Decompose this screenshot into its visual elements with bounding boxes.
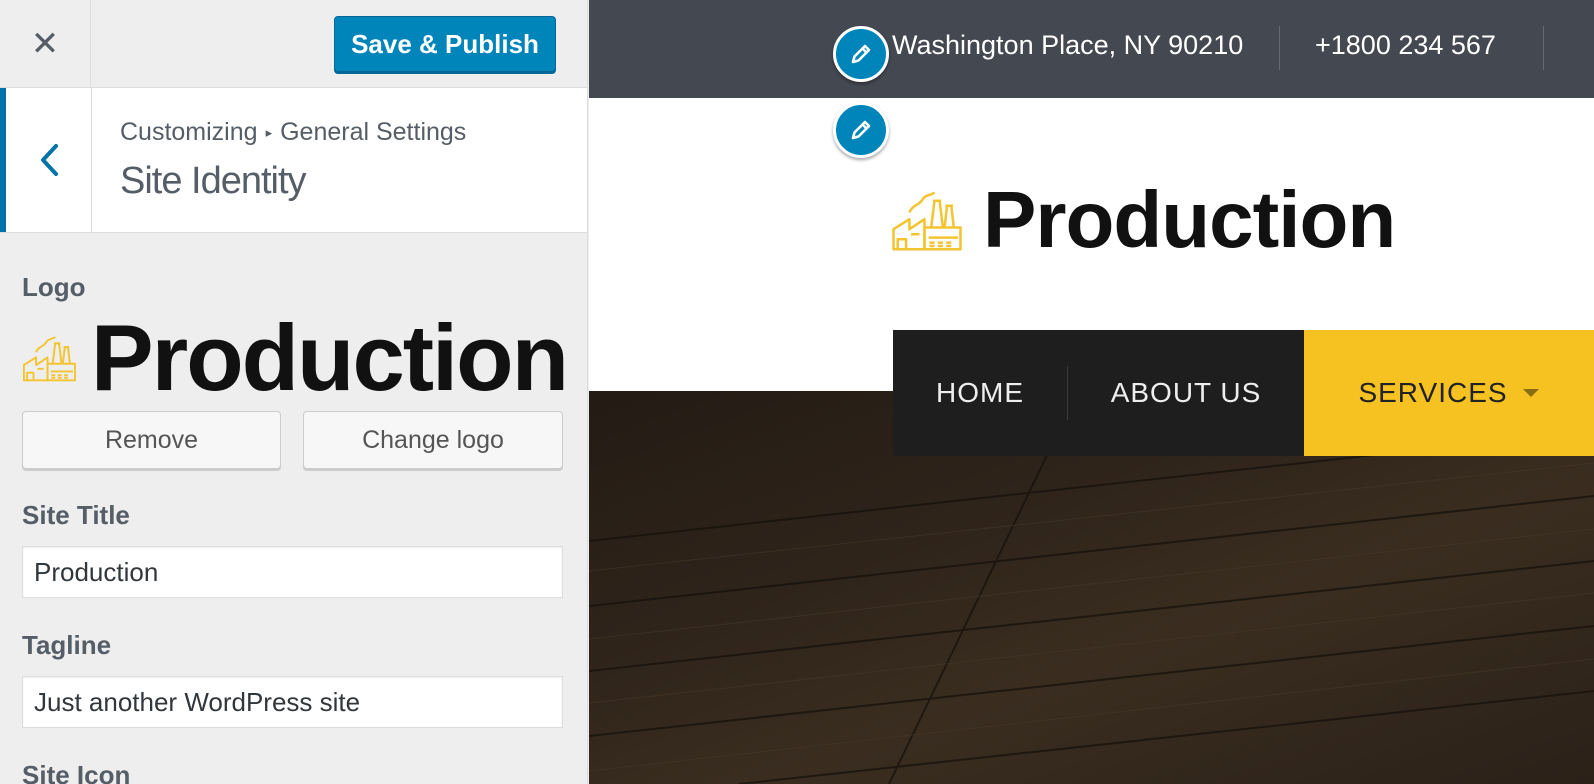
site-title-label: Site Title	[22, 500, 130, 530]
logo-preview: Production	[22, 311, 569, 405]
section-header: Customizing ▸ General Settings Site Identi…	[0, 88, 587, 233]
pencil-icon	[851, 120, 871, 140]
breadcrumb-separator-icon: ▸	[265, 125, 273, 140]
edit-shortcut-topbar[interactable]	[833, 26, 889, 82]
breadcrumb-parent: General Settings	[280, 118, 467, 146]
preview-phone: +1800 234 567	[1315, 30, 1496, 60]
caret-down-icon	[1522, 389, 1539, 397]
customizer-header: ✕ Save & Publish	[0, 0, 587, 88]
save-publish-button[interactable]: Save & Publish	[334, 16, 556, 72]
logo-brand-text: Production	[90, 305, 569, 410]
main-navigation: HOME ABOUT US SERVICES	[893, 330, 1594, 456]
nav-item-home[interactable]: HOME	[893, 330, 1067, 456]
tagline-label: Tagline	[22, 630, 112, 660]
pencil-icon	[851, 44, 871, 64]
site-icon-label: Site Icon	[22, 760, 131, 784]
preview-address: Washington Place, NY 90210	[892, 30, 1244, 60]
remove-logo-button[interactable]: Remove	[22, 411, 281, 469]
factory-icon	[22, 336, 76, 382]
tagline-input[interactable]: Just another WordPress site	[22, 676, 563, 728]
edit-shortcut-logo[interactable]	[833, 102, 889, 158]
section-title: Site Identity	[120, 160, 307, 202]
close-button[interactable]: ✕	[0, 0, 91, 87]
top-bar-divider	[1279, 26, 1280, 70]
nav-services-label: SERVICES	[1358, 377, 1508, 408]
close-icon: ✕	[30, 23, 60, 64]
site-preview: Washington Place, NY 90210 +1800 234 567	[589, 0, 1594, 784]
breadcrumb-root: Customizing	[120, 118, 258, 146]
top-bar-divider	[1543, 26, 1544, 70]
preview-top-bar: Washington Place, NY 90210 +1800 234 567	[589, 0, 1594, 98]
site-title-input[interactable]: Production	[22, 546, 563, 598]
logo-label: Logo	[22, 272, 86, 302]
back-button[interactable]	[0, 88, 92, 232]
breadcrumb: Customizing ▸ General Settings	[120, 118, 466, 147]
factory-icon	[892, 191, 962, 251]
nav-item-about-us[interactable]: ABOUT US	[1068, 330, 1304, 456]
change-logo-button[interactable]: Change logo	[303, 411, 563, 469]
preview-logo-text: Production	[983, 175, 1396, 264]
preview-site-logo[interactable]: Production	[891, 175, 1396, 264]
nav-item-services[interactable]: SERVICES	[1304, 330, 1594, 456]
chevron-left-icon	[40, 144, 58, 176]
customizer-sidebar: ✕ Save & Publish Customizing ▸ General Set…	[0, 0, 588, 784]
